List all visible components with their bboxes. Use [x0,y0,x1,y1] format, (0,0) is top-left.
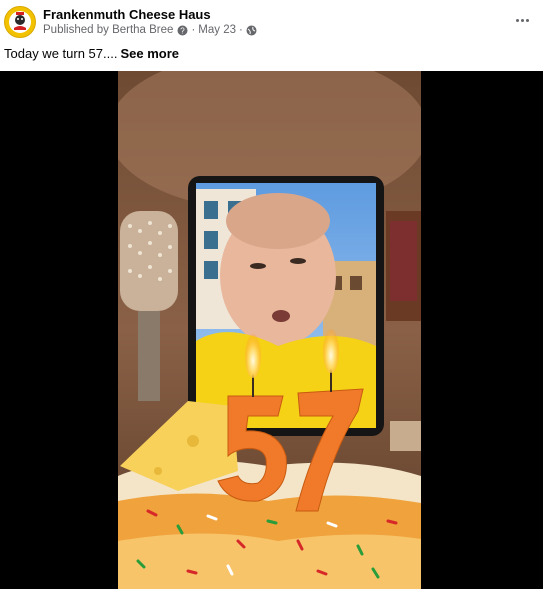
meta-separator-2: · [239,24,243,36]
post-video[interactable] [0,71,543,589]
post-caption: Today we turn 57.... See more [4,46,179,61]
svg-text:?: ? [181,26,186,35]
page-name-link[interactable]: Frankenmuth Cheese Haus [43,7,211,22]
published-by-label: Published by [43,24,109,36]
post-meta: Published by Bertha Bree ? · May 23 · [43,24,257,36]
caption-text: Today we turn 57.... [4,46,118,61]
page-avatar[interactable] [4,6,36,38]
question-circle-icon[interactable]: ? [177,25,188,36]
author-link[interactable]: Bertha Bree [112,24,173,36]
meta-separator: · [191,24,196,36]
see-more-link[interactable]: See more [120,46,179,61]
cheese-haus-logo-icon [6,8,34,36]
post-date-link[interactable]: May 23 [198,24,236,36]
post-header: Frankenmuth Cheese Haus Published by Ber… [0,0,550,44]
feed-gutter [543,71,550,589]
globe-icon[interactable] [246,25,257,36]
video-still-image [118,71,421,589]
more-options-icon[interactable] [512,12,532,28]
video-frame [118,71,421,589]
